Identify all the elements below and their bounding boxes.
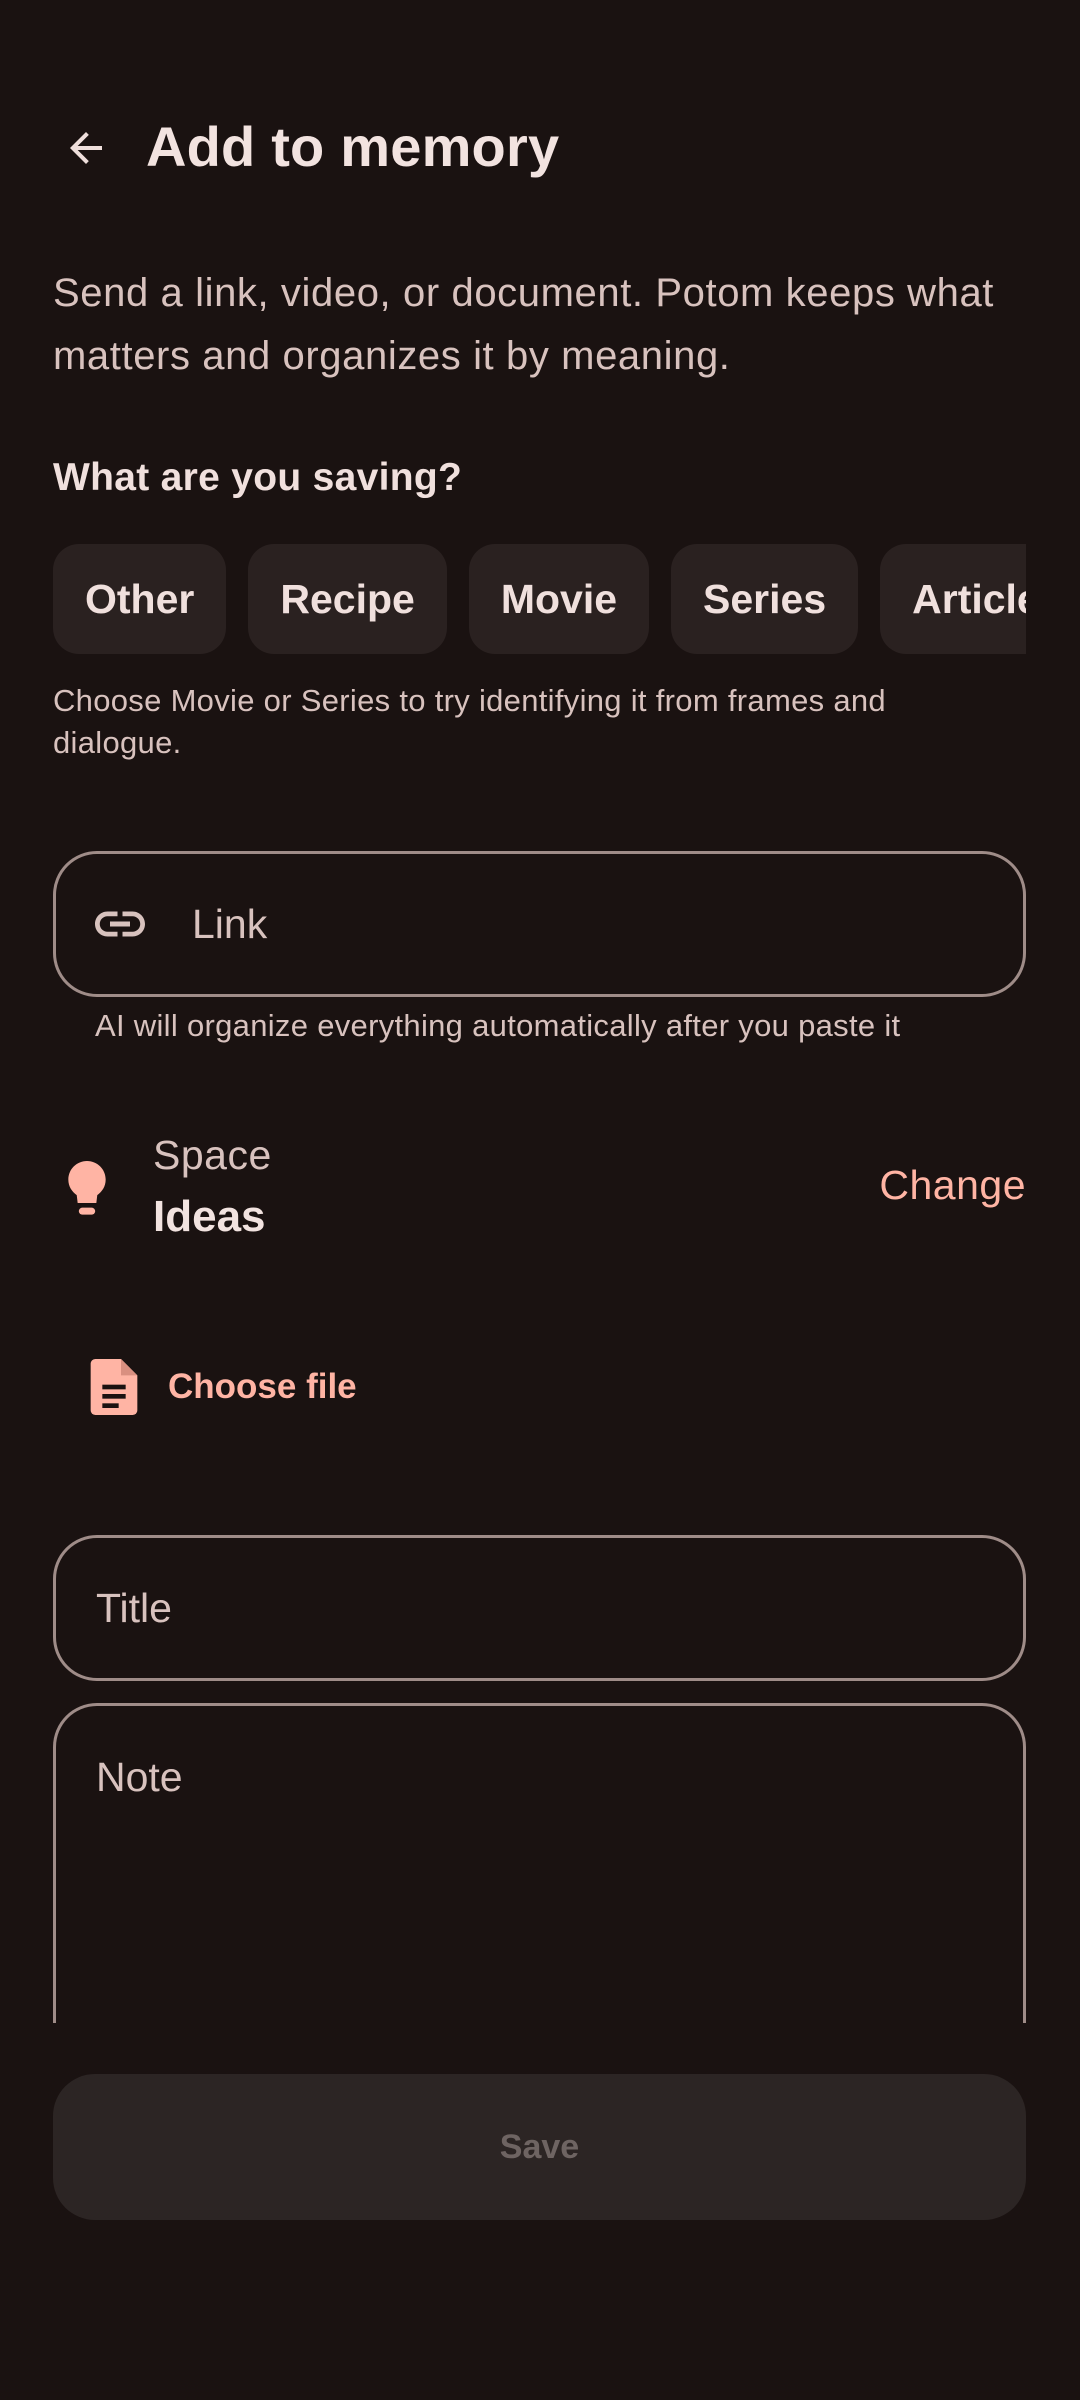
- link-field[interactable]: [53, 851, 1026, 997]
- chip-recipe[interactable]: Recipe: [248, 544, 447, 654]
- top-app-bar: Add to memory: [0, 88, 1080, 208]
- link-icon: [95, 911, 145, 937]
- chip-series[interactable]: Series: [671, 544, 859, 654]
- change-space-button[interactable]: Change: [879, 1162, 1026, 1209]
- link-input[interactable]: [192, 854, 992, 994]
- note-input[interactable]: [96, 1754, 976, 2014]
- arrow-back-icon: [70, 132, 102, 164]
- space-label: Space: [153, 1132, 272, 1178]
- note-field[interactable]: [53, 1703, 1026, 2023]
- choose-file-label: Choose file: [168, 1367, 357, 1406]
- title-field[interactable]: [53, 1535, 1026, 1681]
- save-button[interactable]: Save: [53, 2074, 1026, 2220]
- page-title: Add to memory: [146, 115, 560, 178]
- chip-other[interactable]: Other: [53, 544, 227, 654]
- back-button[interactable]: [46, 118, 126, 178]
- lightbulb-icon: [68, 1161, 106, 1215]
- type-picker-label: What are you saving?: [53, 456, 463, 499]
- space-selector: Space Ideas Change: [53, 1120, 1026, 1260]
- chip-article[interactable]: Article: [880, 544, 1026, 654]
- type-picker-helper: Choose Movie or Series to try identifyin…: [53, 683, 886, 760]
- choose-file-button[interactable]: Choose file: [90, 1352, 357, 1422]
- add-to-memory-screen: Add to memory Send a link, video, or doc…: [0, 0, 1080, 2400]
- document-icon: [90, 1359, 138, 1415]
- space-value: Ideas: [153, 1192, 266, 1241]
- link-supporting-text: AI will organize everything automaticall…: [95, 1008, 901, 1043]
- type-chip-row[interactable]: Other Recipe Movie Series Article: [53, 544, 1026, 654]
- chip-movie[interactable]: Movie: [468, 544, 650, 654]
- intro-text: Send a link, video, or document. Potom k…: [53, 271, 995, 378]
- title-input[interactable]: [96, 1538, 976, 1678]
